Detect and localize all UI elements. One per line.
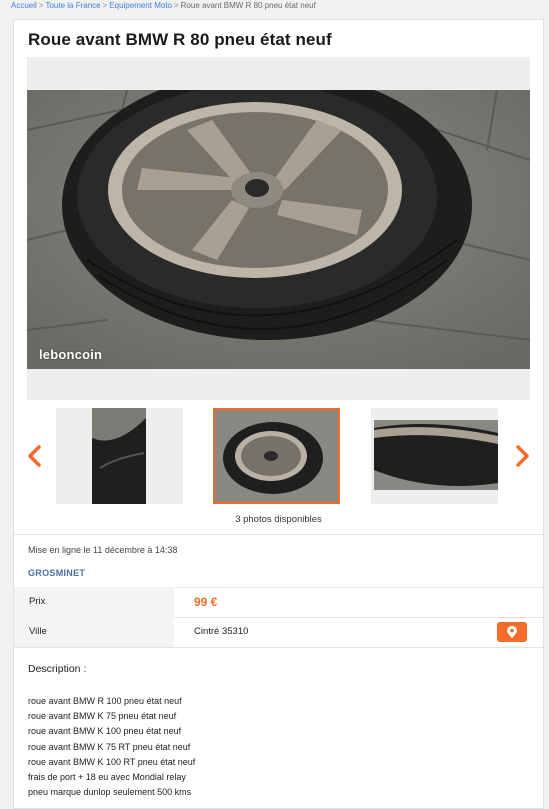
seller-name[interactable]: GROSMINET	[28, 568, 85, 578]
price-row: Prix 99 €	[14, 587, 543, 617]
city-label: Ville	[14, 617, 174, 647]
watermark-logo: leboncoin	[39, 347, 103, 362]
main-photo-image: leboncoin	[27, 90, 530, 369]
divider	[14, 647, 543, 648]
ad-card: Roue avant BMW R 80 pneu état neuf lebon…	[13, 19, 544, 809]
description-line: pneu marque dunlop seulement 500 kms	[28, 787, 192, 798]
photos-count: 3 photos disponibles	[235, 514, 322, 525]
city-row: Ville Cintré 35310	[14, 617, 543, 647]
city-value: Cintré 35310	[194, 626, 249, 637]
breadcrumb: Accueil > Toute la France > Equipement Moto >…	[0, 0, 549, 14]
description-heading: Description :	[28, 663, 87, 675]
description-line: roue avant BMW K 75 RT pneu état neuf	[28, 741, 191, 752]
breadcrumb-separator: >	[38, 1, 44, 10]
description-line: roue avant BMW R 100 pneu état neuf	[28, 696, 182, 706]
description-line: frais de port + 18 eu avec Mondial relay	[28, 772, 186, 783]
description-line: roue avant BMW K 75 pneu état neuf	[28, 711, 177, 722]
wheel-photo	[27, 90, 530, 369]
breadcrumb-category-region[interactable]: Toute la France	[45, 1, 100, 10]
posted-date: Mise en ligne le 11 décembre à 14:38	[28, 545, 178, 555]
thumbnail-2[interactable]	[213, 408, 340, 504]
breadcrumb-current: Roue avant BMW R 80 pneu état neuf	[180, 1, 316, 10]
breadcrumb-separator: >	[102, 1, 108, 10]
map-button[interactable]	[497, 622, 527, 642]
breadcrumb-separator: >	[173, 1, 179, 10]
chevron-right-icon[interactable]	[511, 444, 533, 468]
main-photo[interactable]: leboncoin	[27, 57, 530, 400]
thumbnail-3[interactable]	[371, 408, 498, 504]
description-line: roue avant BMW K 100 RT pneu état neuf	[28, 756, 196, 767]
price-label: Prix	[14, 587, 174, 617]
thumbnail-1[interactable]	[56, 408, 183, 504]
breadcrumb-category[interactable]: Equipement Moto	[109, 1, 172, 10]
price-value: 99 €	[194, 595, 218, 609]
description-body: roue avant BMW R 100 pneu état neuf roue…	[28, 694, 195, 800]
breadcrumb-home[interactable]: Accueil	[11, 1, 37, 10]
divider	[14, 534, 543, 535]
description-line: roue avant BMW K 100 pneu état neuf	[28, 726, 182, 737]
thumbnail-carousel: 3 photos disponibles	[14, 408, 543, 525]
ad-title: Roue avant BMW R 80 pneu état neuf	[28, 30, 332, 49]
map-pin-icon	[507, 626, 517, 638]
chevron-left-icon[interactable]	[24, 444, 46, 468]
